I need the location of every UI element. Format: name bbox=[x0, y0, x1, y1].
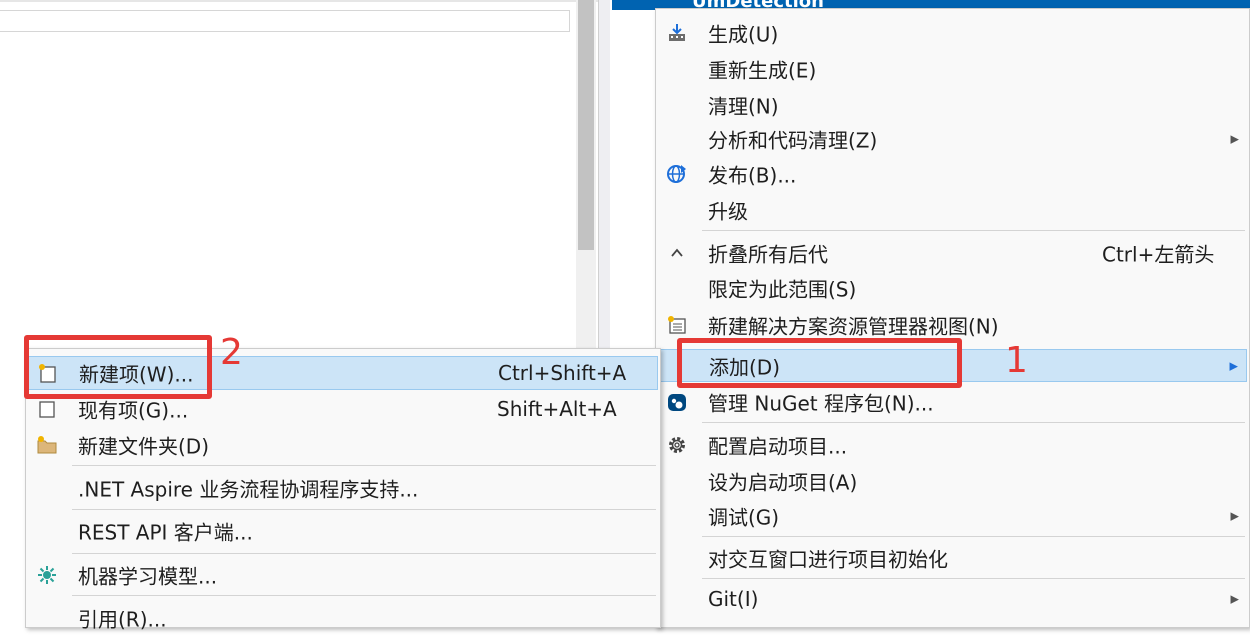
existing-item-icon bbox=[36, 398, 58, 420]
project-context-menu: 生成(U) 重新生成(E) 清理(N) 分析和代码清理(Z) ▶ 发布(B)..… bbox=[655, 8, 1250, 628]
gear-icon bbox=[666, 434, 688, 456]
menu-separator bbox=[702, 230, 1245, 231]
annotation-box-step1 bbox=[677, 338, 962, 388]
menu-separator bbox=[702, 536, 1245, 537]
submenu-arrow-icon: ▶ bbox=[1230, 592, 1239, 606]
menu-item-reference[interactable]: 引用(R)... bbox=[28, 601, 658, 635]
menu-item-label: 重新生成(E) bbox=[708, 58, 817, 83]
new-folder-icon bbox=[36, 434, 58, 456]
menu-item-label: Git(I) bbox=[708, 587, 759, 611]
menu-item-label: 配置启动项目... bbox=[708, 434, 848, 459]
menu-item-shortcut: Ctrl+左箭头 bbox=[1102, 242, 1215, 267]
menu-item-clean[interactable]: 清理(N) bbox=[658, 88, 1247, 122]
menu-separator bbox=[702, 578, 1245, 579]
submenu-arrow-icon: ▶ bbox=[1230, 132, 1239, 146]
menu-item-shortcut: Shift+Alt+A bbox=[497, 397, 617, 421]
nuget-icon bbox=[666, 391, 688, 413]
collapse-chevron-icon bbox=[666, 242, 688, 264]
menu-separator bbox=[72, 465, 656, 466]
menu-item-new-folder[interactable]: 新建文件夹(D) bbox=[28, 428, 658, 462]
menu-item-label: 折叠所有后代 bbox=[708, 242, 828, 267]
scrollbar-thumb[interactable] bbox=[578, 0, 594, 250]
menu-item-label: 升级 bbox=[708, 199, 748, 224]
menu-item-label: 清理(N) bbox=[708, 94, 779, 119]
menu-item-new-explorer-view[interactable]: 新建解决方案资源管理器视图(N) bbox=[658, 308, 1247, 342]
menu-item-label: 发布(B)... bbox=[708, 163, 797, 188]
menu-item-upgrade[interactable]: 升级 bbox=[658, 193, 1247, 227]
editor-input-field[interactable] bbox=[0, 10, 570, 32]
menu-item-label: 限定为此范围(S) bbox=[708, 277, 857, 302]
menu-item-ml-model[interactable]: 机器学习模型... bbox=[28, 558, 658, 592]
menu-item-label: 新建解决方案资源管理器视图(N) bbox=[708, 314, 999, 339]
build-icon bbox=[666, 22, 688, 44]
menu-item-rebuild[interactable]: 重新生成(E) bbox=[658, 52, 1247, 86]
editor-top-border bbox=[0, 0, 598, 2]
menu-separator bbox=[72, 509, 656, 510]
menu-item-collapse-all[interactable]: 折叠所有后代 Ctrl+左箭头 bbox=[658, 236, 1247, 270]
ml-model-icon bbox=[36, 564, 58, 586]
menu-item-set-startup[interactable]: 设为启动项目(A) bbox=[658, 464, 1247, 498]
menu-separator bbox=[72, 553, 656, 554]
menu-separator bbox=[702, 422, 1245, 423]
menu-item-label: 机器学习模型... bbox=[78, 564, 218, 589]
menu-item-scope-to-this[interactable]: 限定为此范围(S) bbox=[658, 271, 1247, 305]
menu-item-rest-api-client[interactable]: REST API 客户端... bbox=[28, 514, 658, 548]
new-view-icon bbox=[666, 314, 688, 336]
menu-item-label: .NET Aspire 业务流程协调程序支持... bbox=[78, 477, 419, 502]
submenu-arrow-icon: ▶ bbox=[1229, 359, 1238, 372]
menu-item-label: 引用(R)... bbox=[78, 607, 167, 632]
menu-item-analyze-cleanup[interactable]: 分析和代码清理(Z) ▶ bbox=[658, 122, 1247, 156]
menu-item-build[interactable]: 生成(U) bbox=[658, 16, 1247, 50]
menu-item-label: 新建文件夹(D) bbox=[78, 434, 210, 459]
annotation-number-step2: 2 bbox=[220, 332, 243, 373]
menu-item-aspire-support[interactable]: .NET Aspire 业务流程协调程序支持... bbox=[28, 471, 658, 505]
menu-item-label: 生成(U) bbox=[708, 22, 779, 47]
submenu-arrow-icon: ▶ bbox=[1230, 509, 1239, 523]
annotation-box-step2 bbox=[24, 335, 212, 399]
annotation-number-step1: 1 bbox=[1005, 340, 1028, 381]
menu-item-label: 对交互窗口进行项目初始化 bbox=[708, 547, 948, 572]
menu-item-label: REST API 客户端... bbox=[78, 520, 253, 545]
menu-item-interactive-init[interactable]: 对交互窗口进行项目初始化 bbox=[658, 541, 1247, 575]
menu-item-publish[interactable]: 发布(B)... bbox=[658, 157, 1247, 191]
menu-item-shortcut: Ctrl+Shift+A bbox=[498, 361, 627, 385]
menu-item-debug[interactable]: 调试(G) ▶ bbox=[658, 499, 1247, 533]
menu-item-configure-startup[interactable]: 配置启动项目... bbox=[658, 428, 1247, 462]
menu-item-label: 管理 NuGet 程序包(N)... bbox=[708, 391, 934, 416]
menu-item-git[interactable]: Git(I) ▶ bbox=[658, 582, 1247, 616]
menu-item-manage-nuget[interactable]: 管理 NuGet 程序包(N)... bbox=[658, 385, 1247, 419]
publish-globe-icon bbox=[666, 163, 688, 185]
menu-separator bbox=[72, 595, 656, 596]
menu-item-label: 设为启动项目(A) bbox=[708, 470, 858, 495]
menu-item-label: 调试(G) bbox=[708, 505, 780, 530]
menu-item-label: 分析和代码清理(Z) bbox=[708, 128, 878, 153]
